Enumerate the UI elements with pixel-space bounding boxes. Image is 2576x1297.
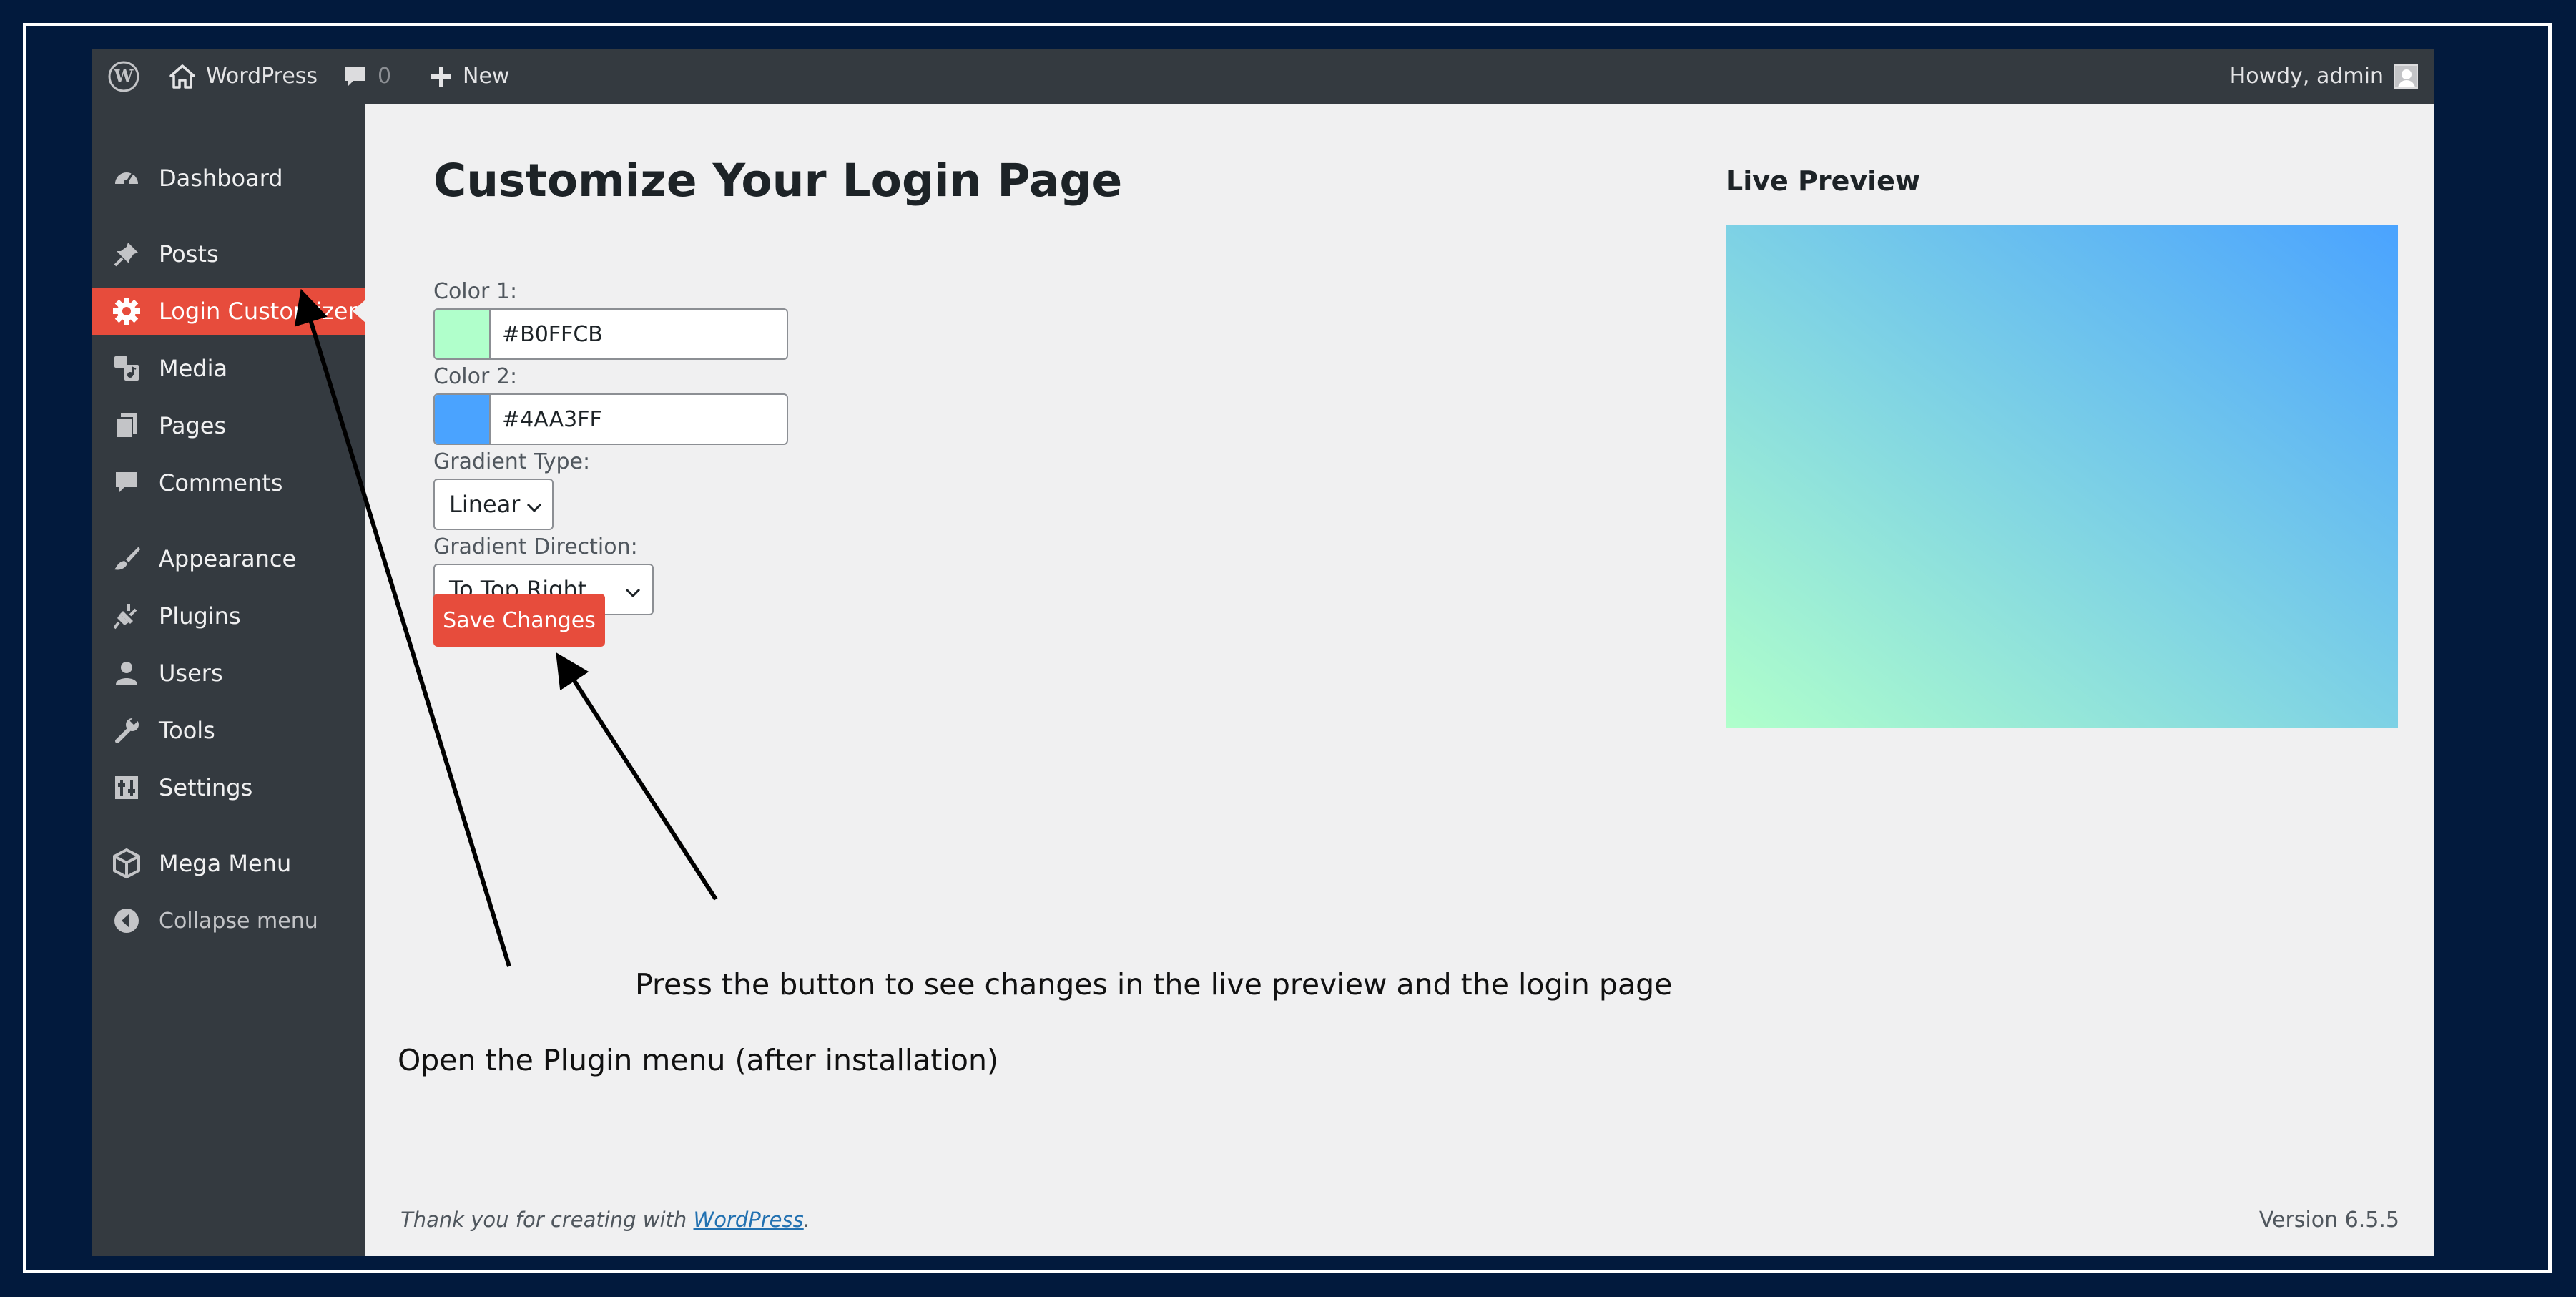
arrow-to-save-button (556, 652, 718, 901)
gradient-direction-label: Gradient Direction: (433, 534, 638, 559)
footer-wordpress-link[interactable]: WordPress (694, 1208, 804, 1232)
sidebar-item-mega-menu[interactable]: Mega Menu (92, 840, 365, 887)
footer-thanks-text: Thank you for creating with (400, 1208, 687, 1232)
comments-count: 0 (378, 64, 392, 89)
site-name-label: WordPress (206, 64, 318, 89)
color2-picker[interactable]: #4AA3FF (433, 393, 788, 445)
chevron-down-icon (624, 581, 642, 608)
live-preview-gradient (1726, 225, 2398, 728)
plugin-icon (110, 599, 143, 632)
pages-icon (110, 409, 143, 442)
sidebar-item-label: Appearance (159, 545, 297, 572)
media-icon (110, 352, 143, 385)
sidebar-item-label: Tools (159, 717, 215, 744)
browser-window: W WordPress 0 New Howdy, admin Dashboard… (92, 49, 2434, 1256)
sidebar-item-label: Login Customizer (159, 298, 358, 325)
sidebar-item-users[interactable]: Users (92, 650, 365, 697)
sidebar-item-comments[interactable]: Comments (92, 459, 365, 506)
collapse-menu-button[interactable]: Collapse menu (92, 897, 365, 944)
sidebar-item-tools[interactable]: Tools (92, 707, 365, 754)
new-content-link[interactable]: New (430, 49, 509, 104)
color1-label: Color 1: (433, 279, 518, 304)
admin-bar: W WordPress 0 New Howdy, admin (92, 49, 2434, 104)
color2-swatch[interactable] (435, 395, 491, 444)
sidebar-item-label: Posts (159, 240, 219, 268)
save-changes-button[interactable]: Save Changes (433, 594, 605, 647)
wordpress-logo-icon[interactable]: W (107, 49, 140, 104)
color2-label: Color 2: (433, 364, 518, 389)
sidebar-item-appearance[interactable]: Appearance (92, 535, 365, 582)
admin-sidebar: Dashboard Posts Login Customizer Media P… (92, 104, 365, 1256)
dashboard-icon (110, 162, 143, 195)
sidebar-item-media[interactable]: Media (92, 345, 365, 392)
settings-icon (110, 771, 143, 804)
footer-thanks: Thank you for creating with WordPress. (400, 1208, 810, 1232)
sidebar-item-plugins[interactable]: Plugins (92, 592, 365, 640)
gear-icon (110, 295, 143, 328)
svg-text:W: W (114, 66, 134, 87)
chevron-down-icon (525, 496, 544, 523)
comments-link[interactable]: 0 (343, 49, 391, 104)
sidebar-item-label: Settings (159, 774, 253, 801)
sidebar-item-posts[interactable]: Posts (92, 230, 365, 278)
page-title: Customize Your Login Page (433, 155, 1123, 207)
sidebar-item-login-customizer[interactable]: Login Customizer (92, 288, 365, 335)
new-label: New (463, 64, 510, 89)
comment-icon (110, 466, 143, 499)
sidebar-item-label: Dashboard (159, 165, 283, 192)
user-icon (110, 657, 143, 690)
mega-menu-icon (110, 847, 143, 880)
plus-icon (430, 65, 453, 88)
howdy-label: Howdy, admin (2229, 64, 2384, 89)
color1-picker[interactable]: #B0FFCB (433, 308, 788, 360)
home-icon (169, 64, 196, 89)
collapse-menu-label: Collapse menu (159, 908, 318, 934)
sidebar-item-label: Plugins (159, 602, 241, 630)
annotation-open-plugin: Open the Plugin menu (after installation… (398, 1043, 998, 1077)
color1-value[interactable]: #B0FFCB (502, 310, 603, 358)
footer-period: . (803, 1208, 810, 1232)
avatar (2394, 64, 2418, 89)
sidebar-item-label: Comments (159, 469, 283, 496)
live-preview-title: Live Preview (1726, 165, 1921, 197)
footer-version: Version 6.5.5 (2258, 1208, 2399, 1233)
sidebar-item-label: Mega Menu (159, 850, 292, 877)
sidebar-item-dashboard[interactable]: Dashboard (92, 155, 365, 202)
sidebar-item-label: Pages (159, 412, 227, 439)
gradient-type-select[interactable]: Linear (433, 479, 554, 530)
collapse-arrow-icon (110, 904, 143, 937)
pin-icon (110, 238, 143, 270)
my-account-link[interactable]: Howdy, admin (2230, 49, 2418, 104)
sidebar-item-label: Media (159, 355, 228, 382)
gradient-type-value: Linear (449, 491, 521, 518)
color2-value[interactable]: #4AA3FF (502, 395, 602, 444)
wrench-icon (110, 714, 143, 747)
annotation-press-button: Press the button to see changes in the l… (635, 967, 1673, 1002)
comment-bubble-icon (343, 64, 368, 89)
sidebar-item-label: Users (159, 660, 223, 687)
gradient-type-label: Gradient Type: (433, 449, 591, 474)
color1-swatch[interactable] (435, 310, 491, 358)
sidebar-item-settings[interactable]: Settings (92, 764, 365, 811)
sidebar-item-pages[interactable]: Pages (92, 402, 365, 449)
paintbrush-icon (110, 542, 143, 575)
site-name-link[interactable]: WordPress (169, 49, 318, 104)
